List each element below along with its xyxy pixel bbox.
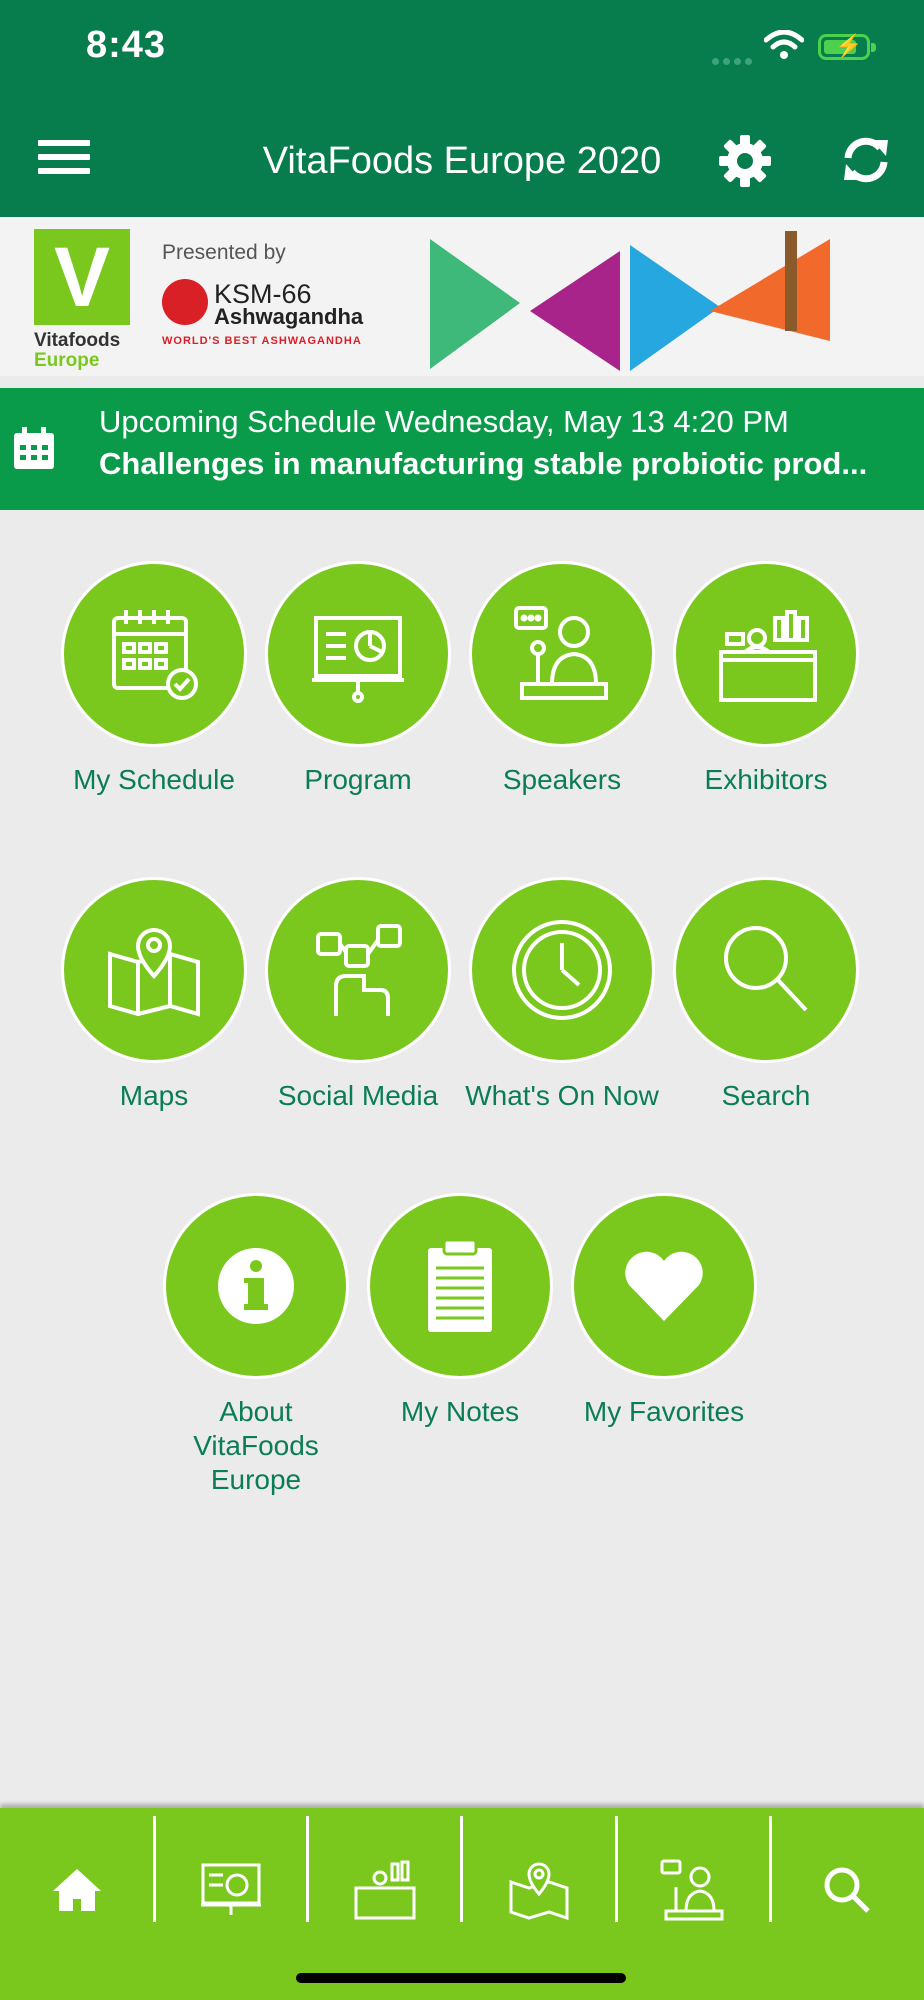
tab-home[interactable] xyxy=(0,1808,153,1972)
heart-icon xyxy=(625,1251,703,1321)
exhibitor-booth-icon xyxy=(719,610,817,702)
ksm66-logo xyxy=(162,279,208,325)
nav-bar: VitaFoods Europe 2020 xyxy=(0,100,924,217)
sponsor-banner[interactable]: V Vitafoods Europe Presented by KSM-66 A… xyxy=(0,217,924,376)
tile-label: Search xyxy=(721,1080,811,1111)
tab-maps[interactable] xyxy=(462,1808,615,1972)
tab-search[interactable] xyxy=(770,1808,923,1972)
tile-label: Speakers xyxy=(502,764,622,795)
tile-my-favorites[interactable]: My Favorites xyxy=(562,1193,766,1429)
home-icon xyxy=(52,1869,101,1911)
clock-icon xyxy=(512,920,612,1020)
wifi-icon xyxy=(764,30,804,59)
tile-label: Program xyxy=(304,764,412,795)
sponsor-tagline: WORLD'S BEST ASHWAGANDHA xyxy=(162,335,362,347)
sponsor-product: Ashwagandha xyxy=(214,304,364,329)
clipboard-icon xyxy=(428,1238,492,1332)
battery-icon: ⚡ xyxy=(818,33,876,60)
tile-about[interactable]: About VitaFoods Europe xyxy=(154,1193,358,1497)
tile-label: My Schedule xyxy=(73,764,235,795)
tile-social-media[interactable]: Social Media xyxy=(256,877,460,1113)
speaker-podium-icon xyxy=(514,606,608,700)
tile-whats-on-now[interactable]: What's On Now xyxy=(460,877,664,1113)
tile-maps[interactable]: Maps xyxy=(52,877,256,1113)
presentation-board-icon xyxy=(312,616,404,703)
status-bar: 8:43 ⚡ xyxy=(0,0,924,100)
upcoming-session-title: Challenges in manufacturing stable probi… xyxy=(99,446,868,481)
upcoming-schedule-bar[interactable]: Upcoming Schedule Wednesday, May 13 4:20… xyxy=(0,388,924,510)
status-time: 8:43 xyxy=(86,24,167,66)
magnifier-icon xyxy=(724,926,808,1012)
tile-my-schedule[interactable]: My Schedule xyxy=(52,561,256,797)
calendar-icon xyxy=(14,427,54,469)
cellular-signal-icon xyxy=(712,52,756,70)
tab-exhibitors[interactable] xyxy=(308,1808,461,1972)
home-indicator[interactable] xyxy=(296,1973,626,1983)
presented-by-label: Presented by xyxy=(162,241,286,264)
vitafoods-logo-subtext: Europe xyxy=(34,350,100,371)
tile-label: My Favorites xyxy=(583,1396,745,1427)
refresh-icon[interactable] xyxy=(840,134,892,186)
speakers-icon xyxy=(660,1859,723,1921)
schedule-calendar-icon xyxy=(112,610,198,700)
tile-label: Exhibitors xyxy=(704,764,828,795)
upcoming-schedule-datetime: Upcoming Schedule Wednesday, May 13 4:20… xyxy=(99,404,789,439)
vitafoods-logo-text: Vitafoods xyxy=(34,330,121,351)
tab-speakers[interactable] xyxy=(616,1808,769,1972)
bottom-tab-bar xyxy=(0,1808,924,2000)
page-title: VitaFoods Europe 2020 xyxy=(262,140,662,182)
vitafoods-logo: V xyxy=(34,229,130,325)
banner-graphic xyxy=(430,231,830,371)
tile-my-notes[interactable]: My Notes xyxy=(358,1193,562,1429)
tile-exhibitors[interactable]: Exhibitors xyxy=(664,561,868,797)
social-media-icon xyxy=(316,924,402,1016)
search-icon xyxy=(824,1867,870,1913)
maps-icon xyxy=(509,1862,568,1920)
tab-program[interactable] xyxy=(154,1808,307,1972)
tile-label: My Notes xyxy=(400,1396,520,1427)
info-icon xyxy=(218,1248,294,1324)
tile-label: What's On Now xyxy=(465,1080,659,1111)
tile-speakers[interactable]: Speakers xyxy=(460,561,664,797)
map-pin-icon xyxy=(108,928,200,1017)
exhibitors-icon xyxy=(354,1860,415,1920)
tile-label: About VitaFoods Europe xyxy=(193,1396,319,1495)
program-icon xyxy=(200,1863,261,1915)
tile-label: Maps xyxy=(119,1080,189,1111)
tile-program[interactable]: Program xyxy=(256,561,460,797)
tile-search[interactable]: Search xyxy=(664,877,868,1113)
gear-icon[interactable] xyxy=(718,134,772,188)
tile-label: Social Media xyxy=(277,1080,439,1111)
